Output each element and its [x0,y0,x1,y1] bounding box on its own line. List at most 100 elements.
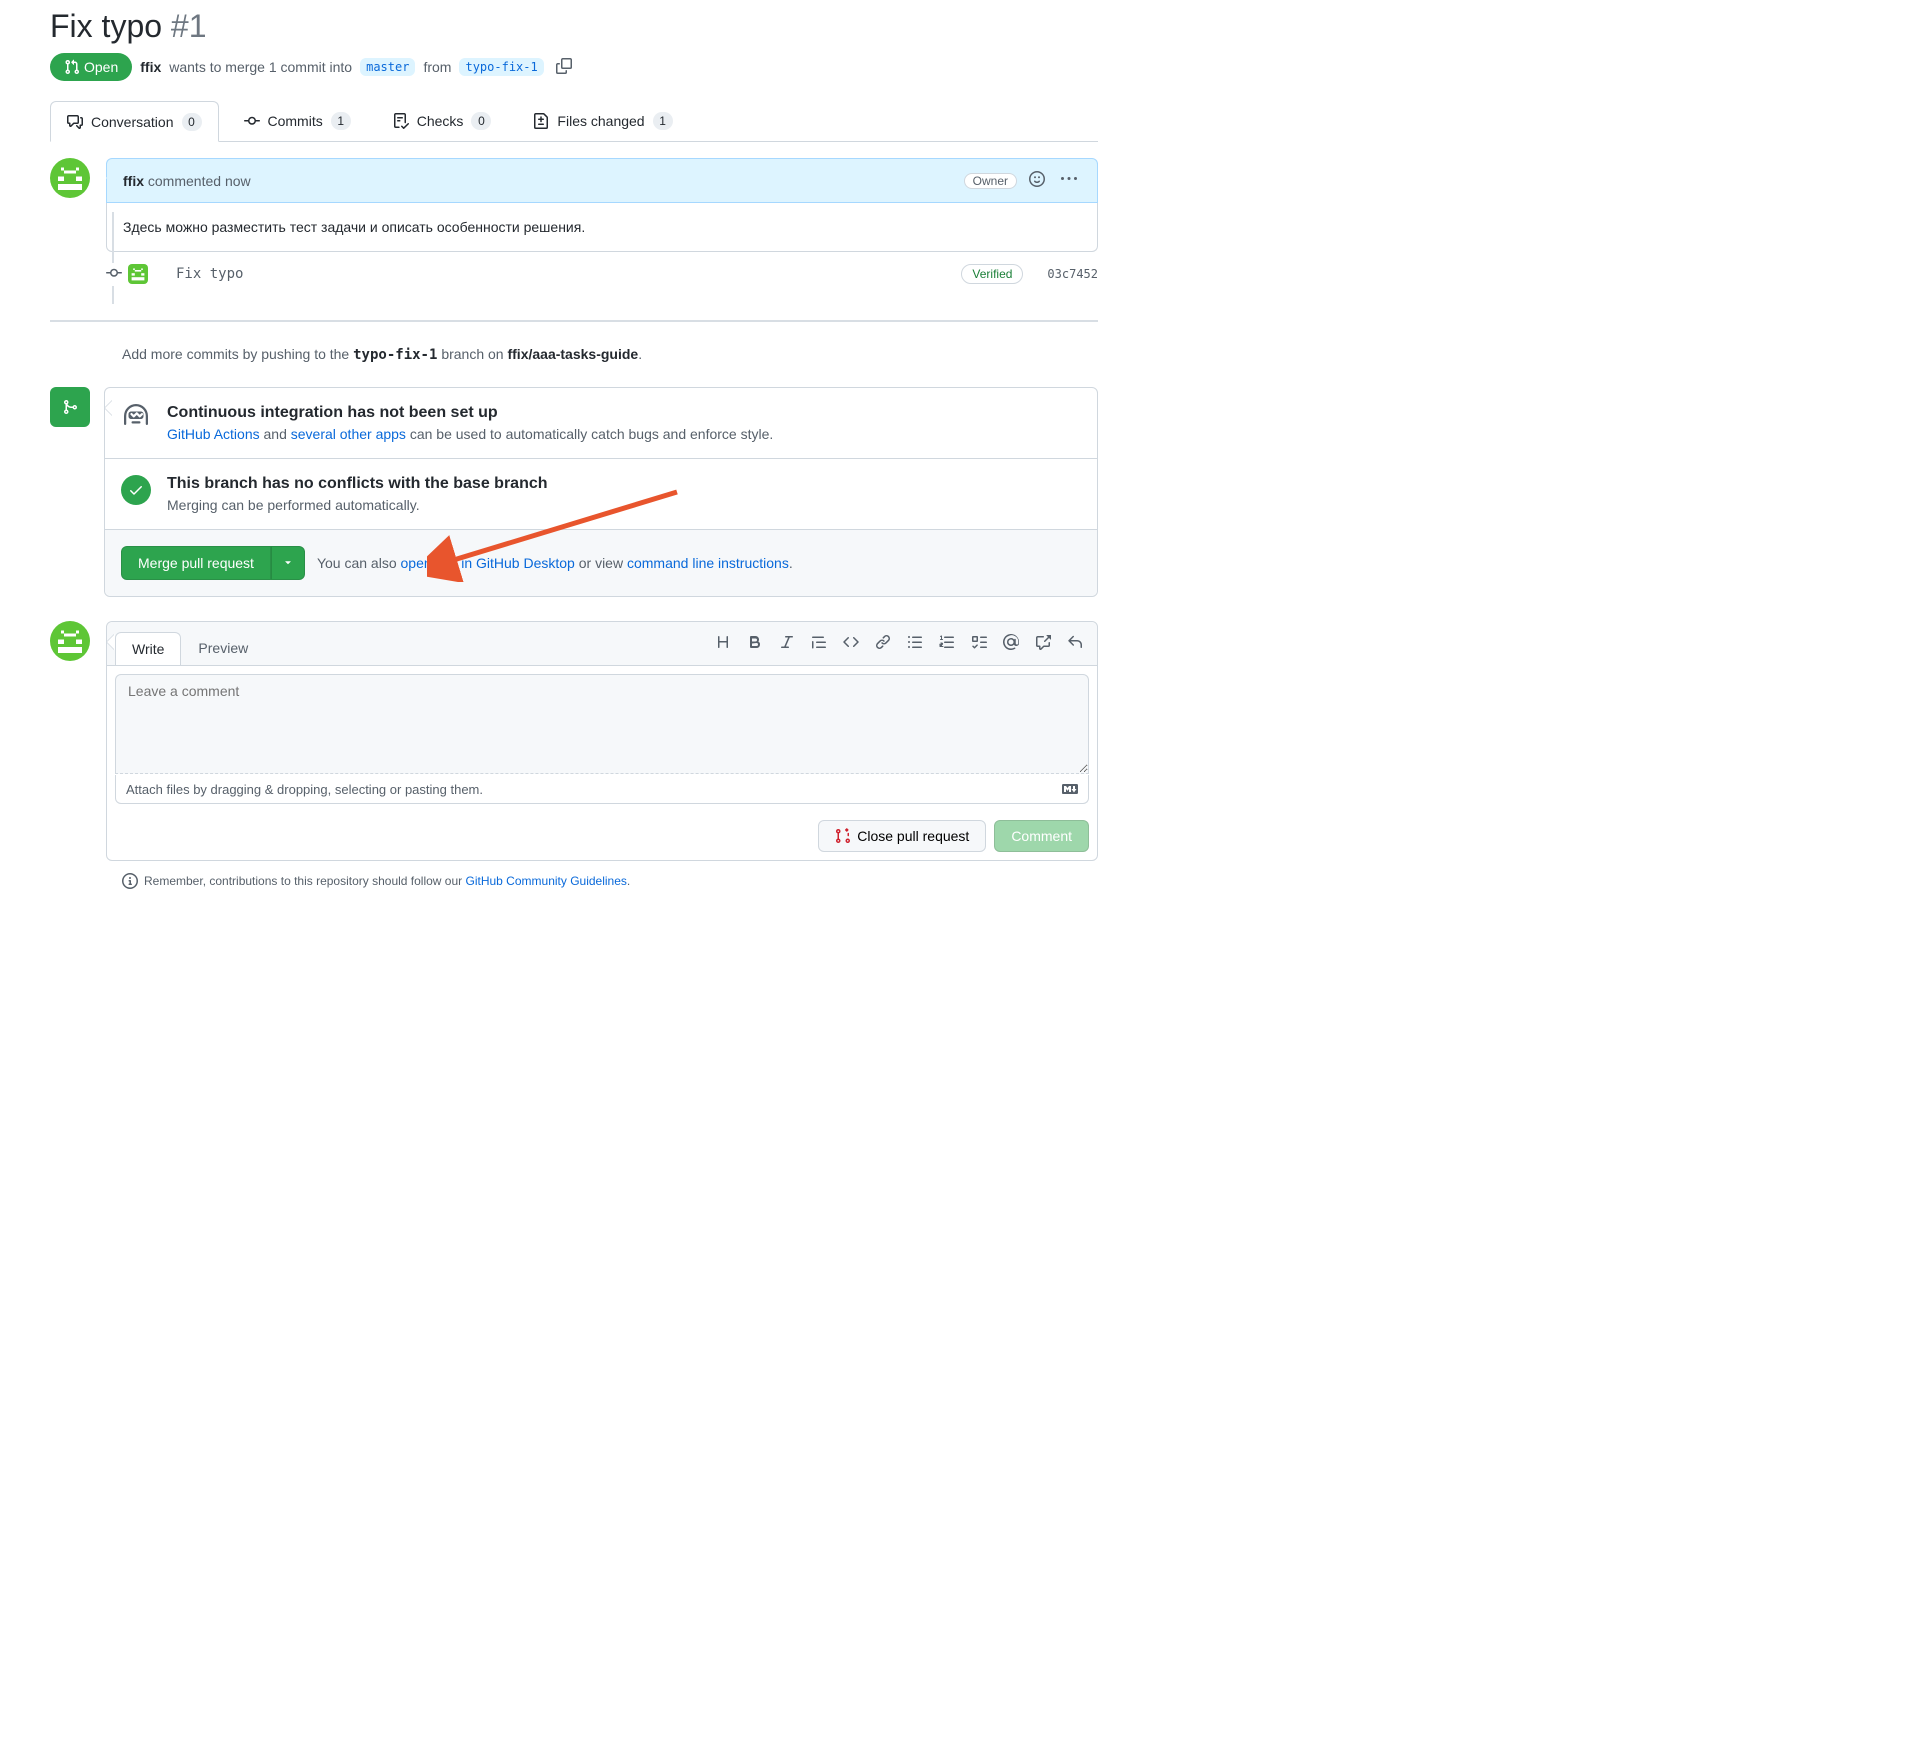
push-hint-mid: branch on [441,346,503,362]
reaction-button[interactable] [1025,167,1049,194]
comment-textarea[interactable] [115,674,1089,774]
code-button[interactable] [837,630,865,657]
close-pr-label: Close pull request [857,828,969,844]
reply-button[interactable] [1061,630,1089,657]
first-comment: ffix commented now Owner Здесь можно раз… [50,158,1098,252]
tab-commits-count: 1 [331,112,351,130]
link-button[interactable] [869,630,897,657]
merge-pull-request-button[interactable]: Merge pull request [121,546,271,580]
mention-button[interactable] [997,630,1025,657]
copy-branch-button[interactable] [552,56,576,79]
current-user-avatar[interactable] [50,621,90,661]
push-hint-suffix: . [638,346,642,362]
cli-instructions-link[interactable]: command line instructions [627,555,789,571]
owner-badge: Owner [964,173,1017,189]
tab-checks[interactable]: Checks 0 [376,101,509,141]
tab-conversation-count: 0 [182,113,202,131]
file-diff-icon [533,113,549,129]
tab-commits-label: Commits [268,113,323,129]
merge-actions-row: Merge pull request You can also open thi… [105,529,1097,596]
tab-files[interactable]: Files changed 1 [516,101,689,141]
close-pr-button[interactable]: Close pull request [818,820,986,852]
merge-section: Continuous integration has not been set … [50,387,1098,597]
avatar-icon [130,266,146,282]
pr-tabs: Conversation 0 Commits 1 Checks 0 Files … [50,101,1098,142]
git-merge-icon [62,399,78,415]
comment-author[interactable]: ffix [123,173,144,189]
quote-icon [811,634,827,650]
pr-author[interactable]: ffix [140,59,161,75]
github-actions-link[interactable]: GitHub Actions [167,426,260,442]
state-badge: Open [50,53,132,81]
no-conflicts-row: This branch has no conflicts with the ba… [105,458,1097,529]
check-icon [128,482,144,498]
merge-or-view: or view [579,555,623,571]
triangle-down-icon [282,556,294,568]
new-comment: Write Preview Attach files by dragging & [50,621,1098,861]
ci-row: Continuous integration has not been set … [105,388,1097,458]
code-icon [843,634,859,650]
quote-button[interactable] [805,630,833,657]
list-ordered-icon [939,634,955,650]
checklist-icon [393,113,409,129]
merge-panel: Continuous integration has not been set … [104,387,1098,597]
tasklist-button[interactable] [965,630,993,657]
author-avatar[interactable] [50,158,90,198]
merge-status-badge [50,387,90,427]
italic-button[interactable] [773,630,801,657]
base-branch[interactable]: master [360,58,415,76]
heading-button[interactable] [709,630,737,657]
merge-options-dropdown[interactable] [271,546,305,580]
cross-reference-button[interactable] [1029,630,1057,657]
pr-title-text: Fix typo [50,8,162,44]
attach-hint[interactable]: Attach files by dragging & dropping, sel… [115,775,1089,804]
ci-and: and [264,426,287,442]
push-hint: Add more commits by pushing to the typo-… [122,322,1098,387]
other-apps-link[interactable]: several other apps [291,426,406,442]
avatar-icon [55,163,85,193]
commit-message[interactable]: Fix typo [176,266,961,282]
push-hint-branch: typo-fix-1 [353,347,437,363]
footer-note: Remember, contributions to this reposito… [122,861,1098,901]
markdown-icon [1062,781,1078,797]
heading-icon [715,634,731,650]
comment-time[interactable]: now [225,173,251,189]
no-conflicts-title: This branch has no conflicts with the ba… [167,475,548,493]
merge-hint-prefix: You can also [317,555,397,571]
comment-button[interactable]: Comment [994,820,1089,852]
tab-conversation-label: Conversation [91,114,174,130]
tab-files-count: 1 [653,112,673,130]
write-tab[interactable]: Write [115,632,181,665]
tab-files-label: Files changed [557,113,644,129]
link-icon [875,634,891,650]
reply-icon [1067,634,1083,650]
no-conflicts-subtitle: Merging can be performed automatically. [167,497,548,513]
comment-menu-button[interactable] [1057,167,1081,194]
head-branch[interactable]: typo-fix-1 [459,58,543,76]
state-label: Open [84,59,118,75]
open-desktop-link[interactable]: open this in GitHub Desktop [401,555,575,571]
git-pull-request-closed-icon [835,828,851,844]
git-commit-icon [244,113,260,129]
tab-checks-label: Checks [417,113,464,129]
commit-row: Fix typo Verified 03c7452 [122,252,1098,304]
cross-reference-icon [1035,634,1051,650]
community-guidelines-link[interactable]: GitHub Community Guidelines [466,874,627,888]
tab-commits[interactable]: Commits 1 [227,101,368,141]
merge-desc-1: wants to merge 1 commit into [169,59,352,75]
unordered-list-button[interactable] [901,630,929,657]
verified-badge[interactable]: Verified [961,264,1023,284]
bold-button[interactable] [741,630,769,657]
merge-dot: . [789,555,793,571]
tab-conversation[interactable]: Conversation 0 [50,101,219,142]
comment-header: ffix commented now Owner [106,158,1098,203]
kebab-horizontal-icon [1061,171,1077,187]
commit-sha[interactable]: 03c7452 [1047,267,1098,281]
pr-number: #1 [171,8,207,44]
push-hint-repo: ffix/aaa-tasks-guide [507,346,638,362]
commit-author-avatar[interactable] [128,264,148,284]
preview-tab[interactable]: Preview [181,631,265,664]
ordered-list-button[interactable] [933,630,961,657]
attach-hint-text: Attach files by dragging & dropping, sel… [126,782,483,797]
comment-body: Здесь можно разместить тест задачи и опи… [106,203,1098,252]
